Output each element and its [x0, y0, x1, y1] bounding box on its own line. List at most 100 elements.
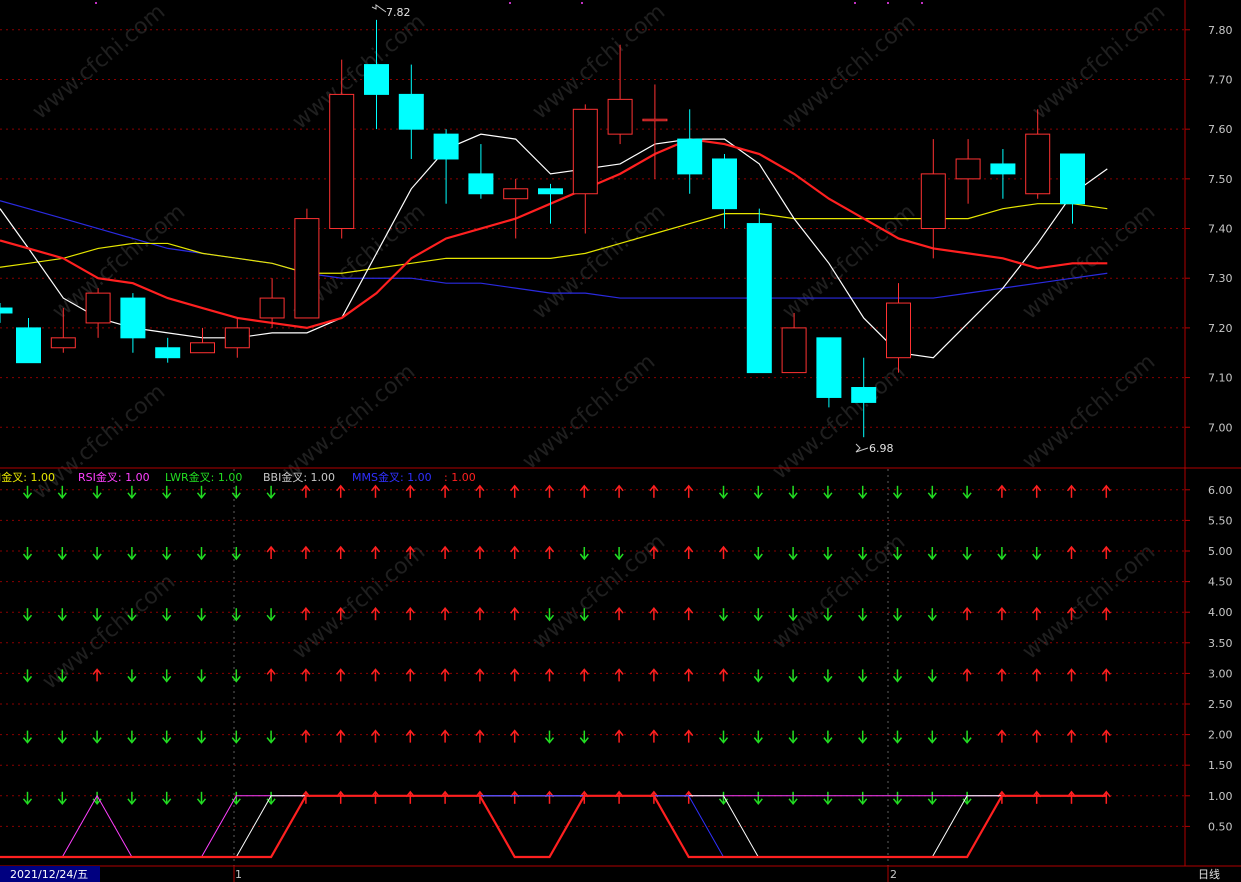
down-arrow: [892, 730, 903, 744]
up-arrow: [614, 484, 624, 498]
up-arrow: [475, 484, 485, 498]
up-arrow: [440, 606, 450, 621]
down-arrow: [788, 791, 798, 806]
candle-body-down: [468, 173, 494, 195]
up-arrow: [440, 545, 450, 559]
signal-tick-label: 2.50: [1208, 698, 1233, 711]
up-arrow: [997, 668, 1007, 682]
candle: [746, 208, 772, 374]
down-arrow: [788, 669, 798, 683]
candle-body-down: [712, 158, 737, 210]
up-arrow: [440, 790, 450, 804]
up-arrow: [510, 606, 520, 621]
top-marker-dot: [887, 2, 889, 4]
up-arrow: [370, 606, 381, 621]
candle-body-up: [642, 118, 668, 122]
down-arrow: [753, 608, 763, 622]
down-arrow: [196, 485, 207, 500]
candle: [259, 278, 285, 328]
watermark-text: www.cfchi.com: [1018, 199, 1160, 324]
watermark-text: www.cfchi.com: [528, 199, 670, 324]
down-arrow: [266, 730, 276, 744]
up-arrow: [684, 545, 694, 559]
down-arrow: [892, 608, 903, 622]
up-arrow: [614, 729, 624, 743]
up-arrow: [301, 484, 311, 498]
down-arrow: [162, 791, 172, 806]
candle-body-up: [607, 98, 633, 135]
up-arrow: [684, 790, 694, 804]
down-arrow: [127, 669, 137, 683]
candle-body-down: [433, 133, 459, 160]
top-marker-dot: [854, 2, 856, 4]
down-arrow: [92, 791, 102, 806]
watermark-text: www.cfchi.com: [778, 9, 920, 134]
down-arrow: [57, 730, 67, 744]
candle: [503, 178, 529, 239]
up-arrow: [475, 668, 485, 682]
legend-rsi-cross: RSI金叉: 1.00: [78, 470, 150, 484]
up-arrow: [614, 606, 624, 621]
down-arrow: [1032, 547, 1042, 561]
candle-body-down: [1060, 153, 1085, 205]
up-arrow: [440, 484, 450, 498]
watermark-text: www.cfchi.com: [288, 539, 430, 664]
down-arrow: [162, 730, 172, 744]
price-tick-label: 7.50: [1208, 173, 1233, 186]
down-arrow: [162, 669, 172, 683]
up-arrow: [405, 606, 415, 621]
top-marker-dot: [509, 2, 511, 4]
down-arrow: [892, 669, 903, 683]
down-arrow: [579, 547, 589, 561]
up-arrow: [544, 668, 555, 682]
up-arrow: [684, 729, 694, 743]
up-arrow: [997, 606, 1007, 621]
candle-body-up: [85, 292, 111, 324]
up-arrow: [614, 790, 624, 804]
candle: [398, 64, 424, 159]
up-arrow: [1066, 790, 1077, 804]
up-arrow: [614, 668, 624, 682]
candle-body-down: [0, 307, 13, 314]
signal-tick-label: 3.00: [1208, 667, 1233, 680]
up-arrow: [1032, 729, 1042, 743]
candle-body-up: [224, 327, 250, 349]
candle: [572, 104, 598, 234]
up-arrow: [301, 729, 311, 743]
legend-lwr-cross: LWR金叉: 1.00: [165, 470, 242, 484]
down-arrow: [858, 608, 868, 622]
down-arrow: [892, 485, 903, 500]
signal-tick-label: 4.00: [1208, 606, 1233, 619]
stock-chart[interactable]: www.cfchi.com www.cfchi.com www.cfchi.com w…: [0, 0, 1241, 882]
watermark-text: www.cfchi.com: [1018, 539, 1160, 664]
candle-body-up: [920, 173, 946, 230]
up-arrow: [301, 545, 311, 559]
price-tick-label: 7.10: [1208, 372, 1233, 385]
up-arrow: [649, 668, 659, 682]
moving-average-lines: [0, 133, 1108, 359]
watermark-text: www.cfchi.com: [278, 359, 420, 484]
up-arrow: [1101, 668, 1111, 682]
up-arrow: [649, 729, 659, 743]
up-arrow: [997, 484, 1007, 498]
legend-j-cross: J金叉: 1.00: [0, 470, 55, 484]
up-arrow: [405, 484, 415, 498]
down-arrow: [196, 730, 207, 744]
down-arrow: [92, 608, 102, 622]
up-arrow: [649, 484, 659, 498]
up-arrow: [440, 668, 450, 682]
candle: [16, 317, 41, 364]
up-arrow: [544, 545, 555, 559]
down-arrow: [858, 485, 868, 500]
down-arrow: [823, 547, 833, 561]
down-arrow: [927, 791, 937, 806]
down-arrow: [823, 669, 833, 683]
period-type-button[interactable]: 日线: [1198, 867, 1220, 881]
signal-tick-label: 4.50: [1208, 576, 1233, 589]
up-arrow: [336, 484, 346, 498]
down-arrow: [718, 791, 729, 806]
down-arrow: [127, 791, 137, 806]
down-arrow: [753, 485, 763, 500]
signal-tick-label: 5.50: [1208, 514, 1233, 527]
price-tick-label: 7.70: [1208, 73, 1233, 86]
